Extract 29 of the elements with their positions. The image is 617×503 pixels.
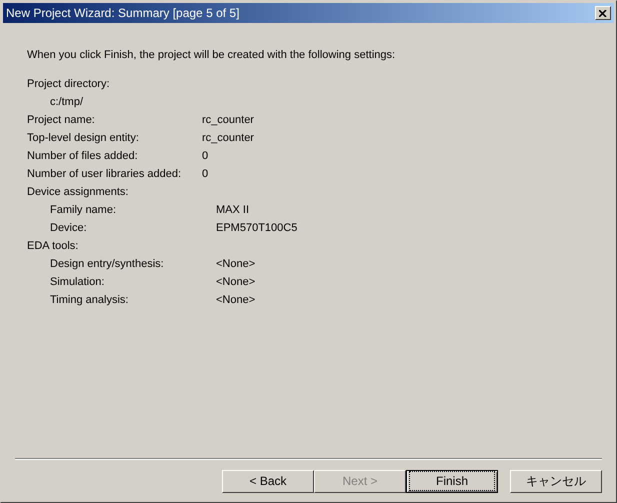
setting-value: 0: [202, 167, 208, 182]
setting-label: EDA tools:: [27, 239, 80, 254]
setting-label: Number of user libraries added:: [27, 167, 182, 182]
setting-value: 0: [202, 149, 208, 164]
setting-label: c:/tmp/: [49, 95, 84, 110]
setting-label: Simulation:: [49, 275, 106, 290]
setting-label: Project name:: [27, 113, 96, 128]
setting-label: Device assignments:: [27, 185, 130, 200]
setting-value: rc_counter: [202, 113, 254, 128]
setting-label: Number of files added:: [27, 149, 139, 164]
setting-value: MAX II: [216, 203, 250, 218]
setting-label: Device:: [49, 221, 88, 236]
intro-text: When you click Finish, the project will be created with the following settings:: [27, 48, 396, 63]
close-icon: [599, 10, 607, 16]
close-button[interactable]: [595, 6, 611, 20]
setting-value: <None>: [216, 275, 256, 290]
setting-value: EPM570T100C5: [216, 221, 298, 236]
setting-value: <None>: [216, 257, 256, 272]
wizard-button[interactable]: Finish: [406, 470, 498, 492]
window-title: New Project Wizard: Summary [page 5 of 5]: [6, 5, 240, 22]
setting-label: Project directory:: [27, 77, 111, 92]
wizard-button[interactable]: キャンセル: [510, 470, 602, 492]
wizard-button[interactable]: < Back: [222, 470, 314, 492]
setting-label: Family name:: [49, 203, 118, 218]
setting-label: Top-level design entity:: [27, 131, 140, 146]
setting-value: rc_counter: [202, 131, 254, 146]
setting-label: Design entry/synthesis:: [49, 257, 165, 272]
setting-value: <None>: [216, 293, 256, 308]
setting-label: Timing analysis:: [49, 293, 130, 308]
